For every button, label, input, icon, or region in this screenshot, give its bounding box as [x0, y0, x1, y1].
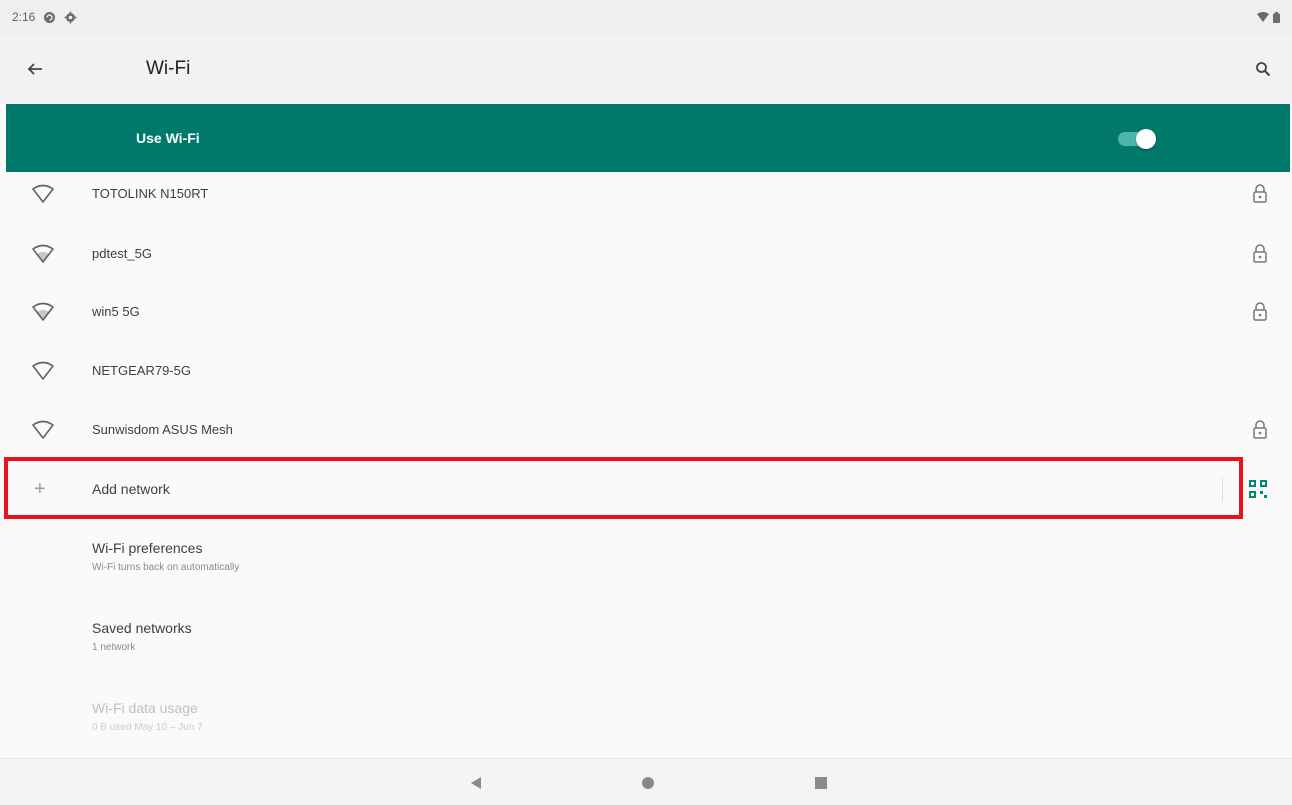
- add-network-label: Add network: [92, 481, 170, 497]
- pref-title: Saved networks: [92, 620, 192, 636]
- status-bar: 2:16: [0, 0, 1292, 34]
- wifi-toggle[interactable]: [1116, 129, 1156, 149]
- pref-title: Wi-Fi data usage: [92, 700, 198, 716]
- network-name: win5 5G: [92, 304, 140, 319]
- arrow-back-icon[interactable]: [22, 56, 48, 82]
- network-item[interactable]: TOTOLINK N150RT: [0, 166, 1292, 224]
- wifi-signal-icon: [1257, 12, 1269, 22]
- network-name: pdtest_5G: [92, 246, 152, 261]
- nav-back-icon[interactable]: [467, 774, 485, 792]
- settings-gear-icon: [64, 11, 77, 24]
- pref-subtitle: 0 B used May 10 – Jun 7: [92, 722, 203, 733]
- wifi-data-usage-item: Wi-Fi data usage 0 B used May 10 – Jun 7: [0, 688, 1292, 758]
- wifi-signal-icon: [32, 244, 54, 264]
- network-name: Sunwisdom ASUS Mesh: [92, 422, 233, 437]
- app-bar: Wi-Fi: [0, 34, 1292, 104]
- status-time: 2:16: [12, 10, 36, 24]
- use-wifi-switch-bar[interactable]: Use Wi-Fi: [6, 104, 1290, 172]
- qr-scan-icon[interactable]: [1248, 479, 1268, 499]
- battery-icon: [1273, 11, 1280, 23]
- lock-icon: [1252, 243, 1268, 263]
- network-item[interactable]: NETGEAR79-5G: [0, 343, 1292, 401]
- pref-subtitle: 1 network: [92, 642, 136, 653]
- pref-title: Wi-Fi preferences: [92, 540, 203, 556]
- lock-icon: [1252, 419, 1268, 439]
- network-item[interactable]: pdtest_5G: [0, 226, 1292, 284]
- divider: [1222, 478, 1223, 502]
- network-name: TOTOLINK N150RT: [92, 186, 209, 201]
- network-name: NETGEAR79-5G: [92, 363, 191, 378]
- wifi-preferences-item[interactable]: Wi-Fi preferences Wi-Fi turns back on au…: [0, 528, 1292, 598]
- network-item[interactable]: Sunwisdom ASUS Mesh: [0, 402, 1292, 460]
- lock-icon: [1252, 183, 1268, 203]
- wifi-signal-icon: [32, 420, 54, 440]
- wifi-signal-icon: [32, 184, 54, 204]
- search-icon[interactable]: [1250, 56, 1276, 82]
- wifi-settings-screen: 2:16 Wi-Fi Use Wi-Fi TOTOLINK N150RT pdt…: [0, 0, 1292, 805]
- navigation-bar: [0, 758, 1292, 805]
- network-item[interactable]: win5 5G: [0, 284, 1292, 342]
- wifi-signal-icon: [32, 302, 54, 322]
- nav-home-icon[interactable]: [639, 774, 657, 792]
- wifi-signal-icon: [32, 361, 54, 381]
- pref-subtitle: Wi-Fi turns back on automatically: [92, 562, 240, 573]
- sync-circle-icon: [43, 11, 56, 24]
- nav-recents-icon[interactable]: [812, 774, 830, 792]
- plus-icon: +: [34, 478, 46, 500]
- lock-icon: [1252, 301, 1268, 321]
- page-title: Wi-Fi: [146, 58, 191, 79]
- saved-networks-item[interactable]: Saved networks 1 network: [0, 608, 1292, 678]
- use-wifi-label: Use Wi-Fi: [136, 130, 200, 146]
- add-network-row[interactable]: + Add network: [0, 460, 1292, 518]
